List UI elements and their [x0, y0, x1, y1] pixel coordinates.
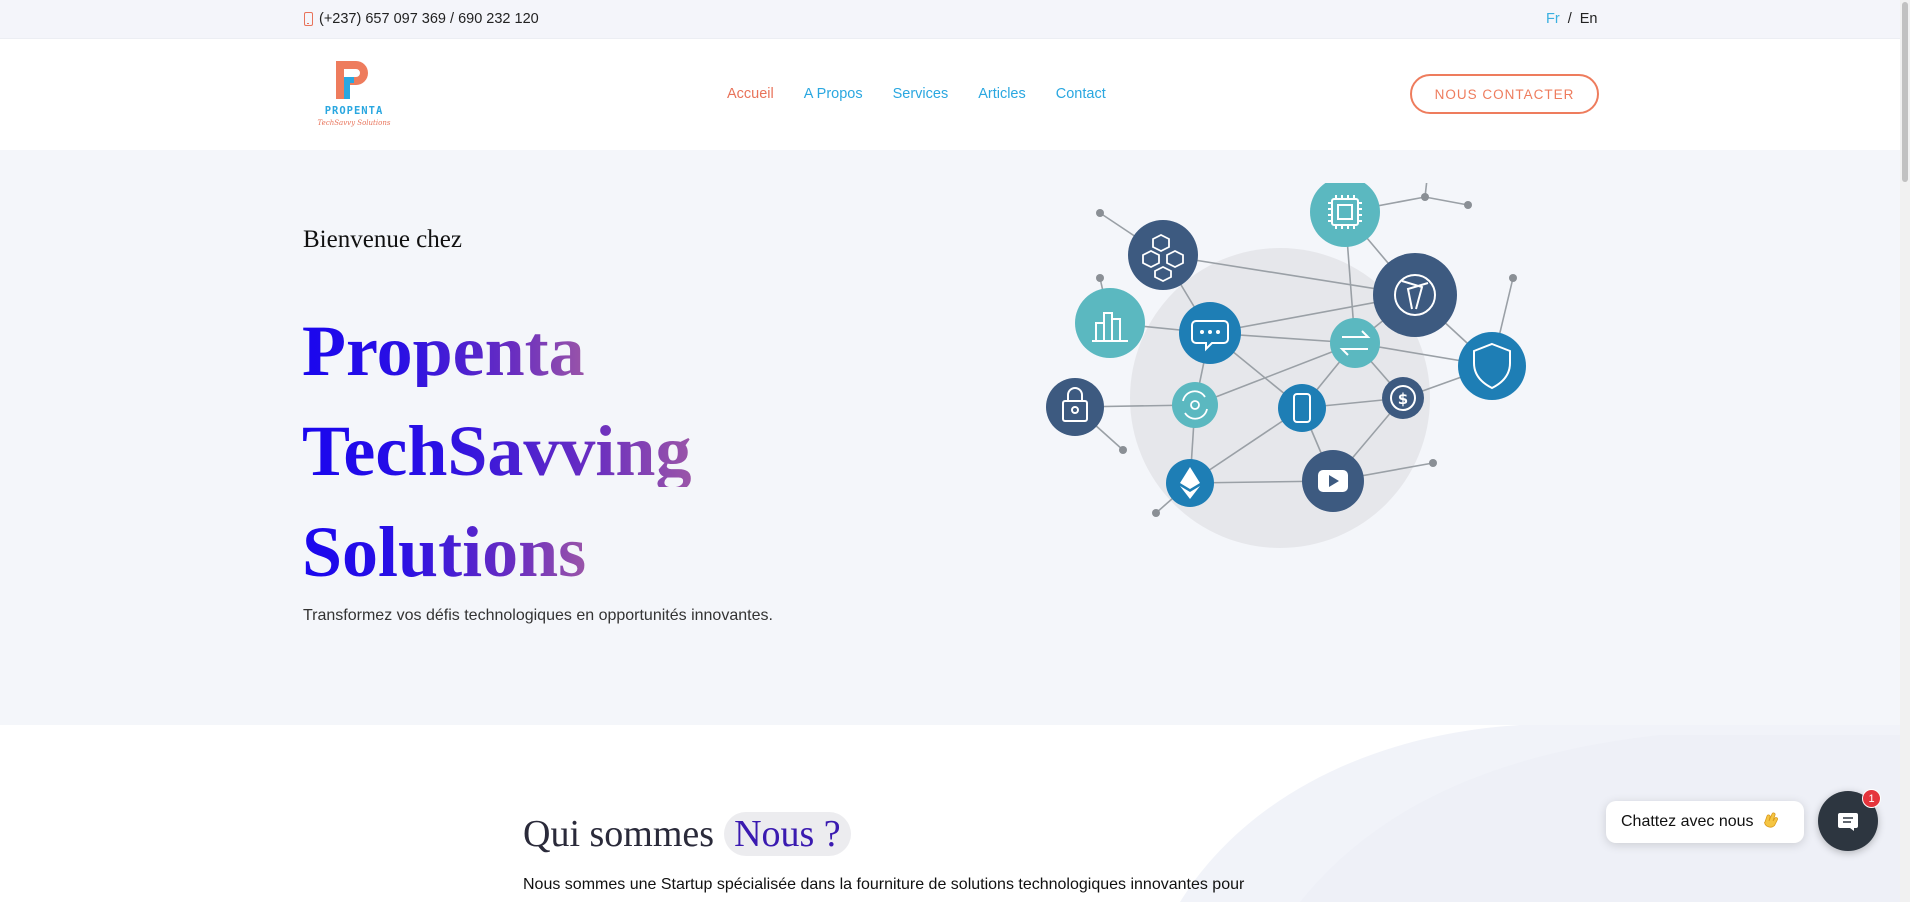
- phone-number: (+237) 657 097 369 / 690 232 120: [319, 11, 539, 27]
- hero-subtitle: Transformez vos défis technologiques en …: [303, 607, 773, 624]
- main-nav: Accueil A Propos Services Articles Conta…: [727, 86, 1106, 102]
- hero-title-line-2: TechSavving: [302, 411, 692, 491]
- chat-icon: [1838, 813, 1858, 831]
- logo-wordmark: PROPENTA: [324, 105, 384, 117]
- site-header: PROPENTA TechSavvy Solutions Accueil A P…: [0, 39, 1910, 150]
- top-bar: (+237) 657 097 369 / 690 232 120 Fr / En: [0, 0, 1910, 39]
- contact-us-button[interactable]: NOUS CONTACTER: [1410, 74, 1599, 114]
- logo-tagline: TechSavvy Solutions: [317, 119, 391, 127]
- nav-articles[interactable]: Articles: [978, 86, 1026, 102]
- nav-a-propos[interactable]: A Propos: [804, 86, 863, 102]
- about-title-main: Qui sommes: [523, 813, 715, 855]
- lang-en-link[interactable]: En: [1580, 11, 1598, 27]
- chat-unread-badge: 1: [1862, 789, 1881, 808]
- logo-mark-icon: [336, 61, 368, 99]
- about-text: Nous sommes une Startup spécialisée dans…: [523, 876, 1245, 902]
- nav-services[interactable]: Services: [893, 86, 949, 102]
- scrollbar-thumb[interactable]: [1902, 2, 1908, 182]
- hero-welcome: Bienvenue chez: [303, 226, 462, 253]
- page-scrollbar[interactable]: [1900, 0, 1910, 902]
- phone-icon: [304, 12, 313, 26]
- phone-contact[interactable]: (+237) 657 097 369 / 690 232 120: [304, 11, 539, 27]
- about-title-accent: Nous ?: [724, 812, 851, 856]
- hero-section: Bienvenue chez Propenta TechSavving Solu…: [0, 150, 1910, 725]
- nav-contact[interactable]: Contact: [1056, 86, 1106, 102]
- chat-prompt-bubble[interactable]: Chattez avec nous: [1606, 801, 1804, 843]
- lang-fr-link[interactable]: Fr: [1546, 11, 1560, 27]
- hero-title-line-3: Solutions: [302, 512, 587, 592]
- about-title: Qui sommes Nous ?: [523, 812, 851, 856]
- svg-text:$: $: [1398, 390, 1408, 408]
- site-logo[interactable]: PROPENTA TechSavvy Solutions: [312, 57, 396, 133]
- chat-prompt-label: Chattez avec nous: [1621, 813, 1754, 830]
- wave-hand-icon: [1763, 812, 1778, 828]
- language-switcher: Fr / En: [1546, 11, 1597, 27]
- lang-separator: /: [1567, 11, 1572, 27]
- nav-accueil[interactable]: Accueil: [727, 86, 774, 102]
- tech-network-illustration: $: [1046, 183, 1526, 548]
- hero-title-line-1: Propenta: [302, 311, 585, 391]
